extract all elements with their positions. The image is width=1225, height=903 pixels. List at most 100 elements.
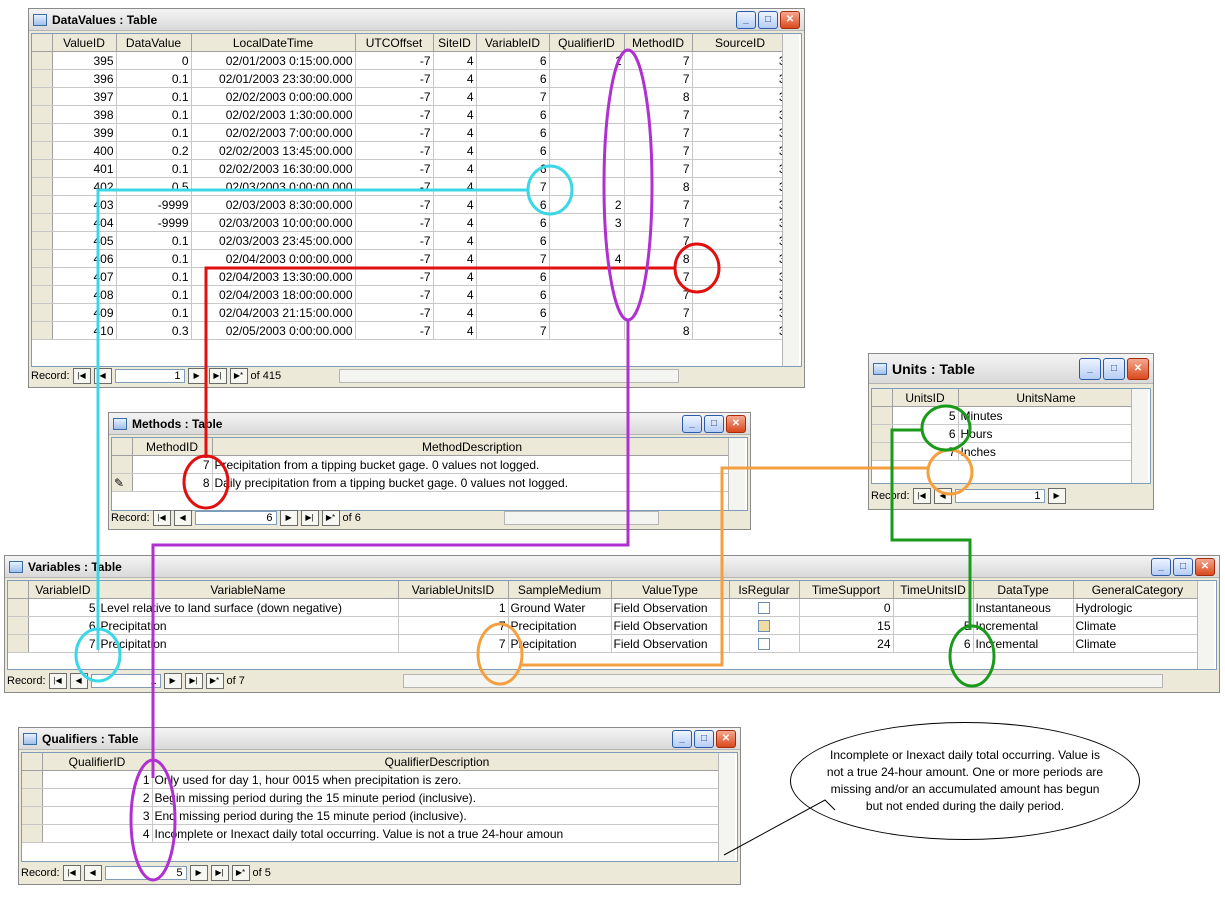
table-cell[interactable]: Field Observation [611,598,730,617]
table-row[interactable]: 4010.102/02/2003 16:30:00.000-746 73 [32,159,789,178]
table-row[interactable]: 4000.202/02/2003 13:45:00.000-746 73 [32,141,789,160]
table-cell[interactable]: 6 [476,69,550,88]
maximize-icon[interactable]: □ [704,414,724,433]
table-cell[interactable]: 3 [692,285,789,304]
table-cell[interactable]: 408 [52,285,117,304]
table-cell[interactable]: 0.2 [116,141,192,160]
maximize-icon[interactable]: □ [758,10,778,29]
datavalues-hscroll[interactable] [339,369,680,383]
units-titlebar[interactable]: Units : Table _ □ ✕ [869,354,1153,384]
table-cell[interactable]: 4 [433,213,477,232]
table-cell[interactable]: -7 [355,231,434,250]
table-cell[interactable]: 6 [476,213,550,232]
row-selector[interactable] [32,303,53,322]
table-cell[interactable]: Hours [958,424,1135,443]
table-cell[interactable]: 7 [398,616,509,635]
minimize-icon[interactable]: _ [1079,357,1101,380]
table-cell[interactable]: -7 [355,177,434,196]
table-row[interactable]: 4050.102/03/2003 23:45:00.000-746 73 [32,231,789,250]
table-cell[interactable]: 0.1 [116,231,192,250]
table-cell[interactable]: 2 [42,788,153,807]
table-cell[interactable]: 0 [799,598,894,617]
row-selector[interactable] [22,824,43,843]
next-record-icon[interactable]: ▶ [1047,488,1066,504]
table-row[interactable]: 4020.502/03/2003 0:00:00.000-747 83 [32,177,789,196]
maximize-icon[interactable]: □ [1173,557,1193,576]
row-selector[interactable] [8,598,29,617]
table-cell[interactable]: 02/03/2003 0:00:00.000 [191,177,356,196]
row-selector[interactable] [872,406,893,425]
new-record-icon[interactable]: ▶* [229,368,248,384]
minimize-icon[interactable]: _ [736,10,756,29]
last-record-icon[interactable]: ▶| [208,368,227,384]
table-row[interactable]: 404-999902/03/2003 10:00:00.000-746373 [32,213,789,232]
table-cell[interactable]: 4 [433,285,477,304]
first-record-icon[interactable]: |◀ [48,673,67,689]
table-cell[interactable]: -7 [355,51,434,70]
table-cell[interactable]: 4 [433,177,477,196]
table-row[interactable]: 4080.102/04/2003 18:00:00.000-746 73 [32,285,789,304]
variables-hscroll[interactable] [402,674,1163,688]
table-cell[interactable]: -9999 [116,213,192,232]
table-cell[interactable]: 6 [476,285,550,304]
close-icon[interactable]: ✕ [1127,357,1149,380]
close-icon[interactable]: ✕ [1195,557,1215,576]
variables-vscroll[interactable] [1197,581,1214,669]
row-selector[interactable] [32,195,53,214]
table-cell[interactable] [893,598,974,617]
table-cell[interactable]: 0.1 [116,69,192,88]
table-cell[interactable]: 2 [549,195,625,214]
table-cell[interactable]: 3 [692,105,789,124]
datavalues-vscroll[interactable] [782,34,799,366]
table-cell[interactable] [549,87,625,106]
first-record-icon[interactable]: |◀ [62,865,81,881]
table-row[interactable]: 5 Level relative to land surface (down ne… [8,598,1203,617]
table-cell[interactable]: 0.1 [116,303,192,322]
minimize-icon[interactable]: _ [672,729,692,748]
table-cell[interactable]: 0.5 [116,177,192,196]
next-record-icon[interactable]: ▶ [279,510,298,526]
table-cell[interactable]: 4 [433,267,477,286]
table-cell[interactable]: 405 [52,231,117,250]
table-row[interactable]: 4070.102/04/2003 13:30:00.000-746 73 [32,267,789,286]
table-cell[interactable]: 6 [28,616,99,635]
table-cell[interactable]: 02/03/2003 10:00:00.000 [191,213,356,232]
table-cell[interactable]: 7 [892,442,959,461]
table-cell[interactable]: 02/01/2003 23:30:00.000 [191,69,356,88]
table-cell[interactable]: 7 [624,123,693,142]
table-cell[interactable]: 400 [52,141,117,160]
next-record-icon[interactable]: ▶ [187,368,206,384]
table-row[interactable]: 7 Precipitation from a tipping bucket gag… [112,455,733,474]
table-cell[interactable]: 7 [624,303,693,322]
table-cell[interactable]: 0.1 [116,159,192,178]
row-selector[interactable] [32,141,53,160]
table-cell[interactable]: Incremental [973,634,1074,653]
table-cell[interactable]: 02/04/2003 13:30:00.000 [191,267,356,286]
table-cell[interactable]: 7 [476,321,550,340]
table-cell[interactable]: 4 [433,105,477,124]
row-selector[interactable] [32,267,53,286]
table-cell[interactable] [549,123,625,142]
table-cell[interactable]: Hydrologic [1073,598,1203,617]
table-cell[interactable]: -7 [355,105,434,124]
record-number-input[interactable]: 6 [194,511,277,525]
table-cell[interactable]: 403 [52,195,117,214]
table-cell[interactable]: 3 [692,195,789,214]
row-selector[interactable] [8,616,29,635]
table-cell[interactable]: Climate [1073,616,1203,635]
table-row[interactable]: 4100.302/05/2003 0:00:00.000-747 83 [32,321,789,340]
table-cell[interactable]: 02/02/2003 7:00:00.000 [191,123,356,142]
table-cell[interactable]: 399 [52,123,117,142]
table-cell[interactable]: 3 [692,213,789,232]
table-cell[interactable]: 7 [624,231,693,250]
table-row[interactable]: 3980.102/02/2003 1:30:00.000-746 73 [32,105,789,124]
table-cell[interactable]: 7 [28,634,99,653]
table-row[interactable]: ✎ 8 Daily precipitation from a tipping buc… [112,473,733,492]
table-cell[interactable]: 1 [42,770,153,789]
row-selector[interactable] [22,788,43,807]
close-icon[interactable]: ✕ [716,729,736,748]
close-icon[interactable]: ✕ [726,414,746,433]
table-cell[interactable]: 02/02/2003 0:00:00.000 [191,87,356,106]
table-row[interactable]: 3970.102/02/2003 0:00:00.000-747 83 [32,87,789,106]
first-record-icon[interactable]: |◀ [72,368,91,384]
